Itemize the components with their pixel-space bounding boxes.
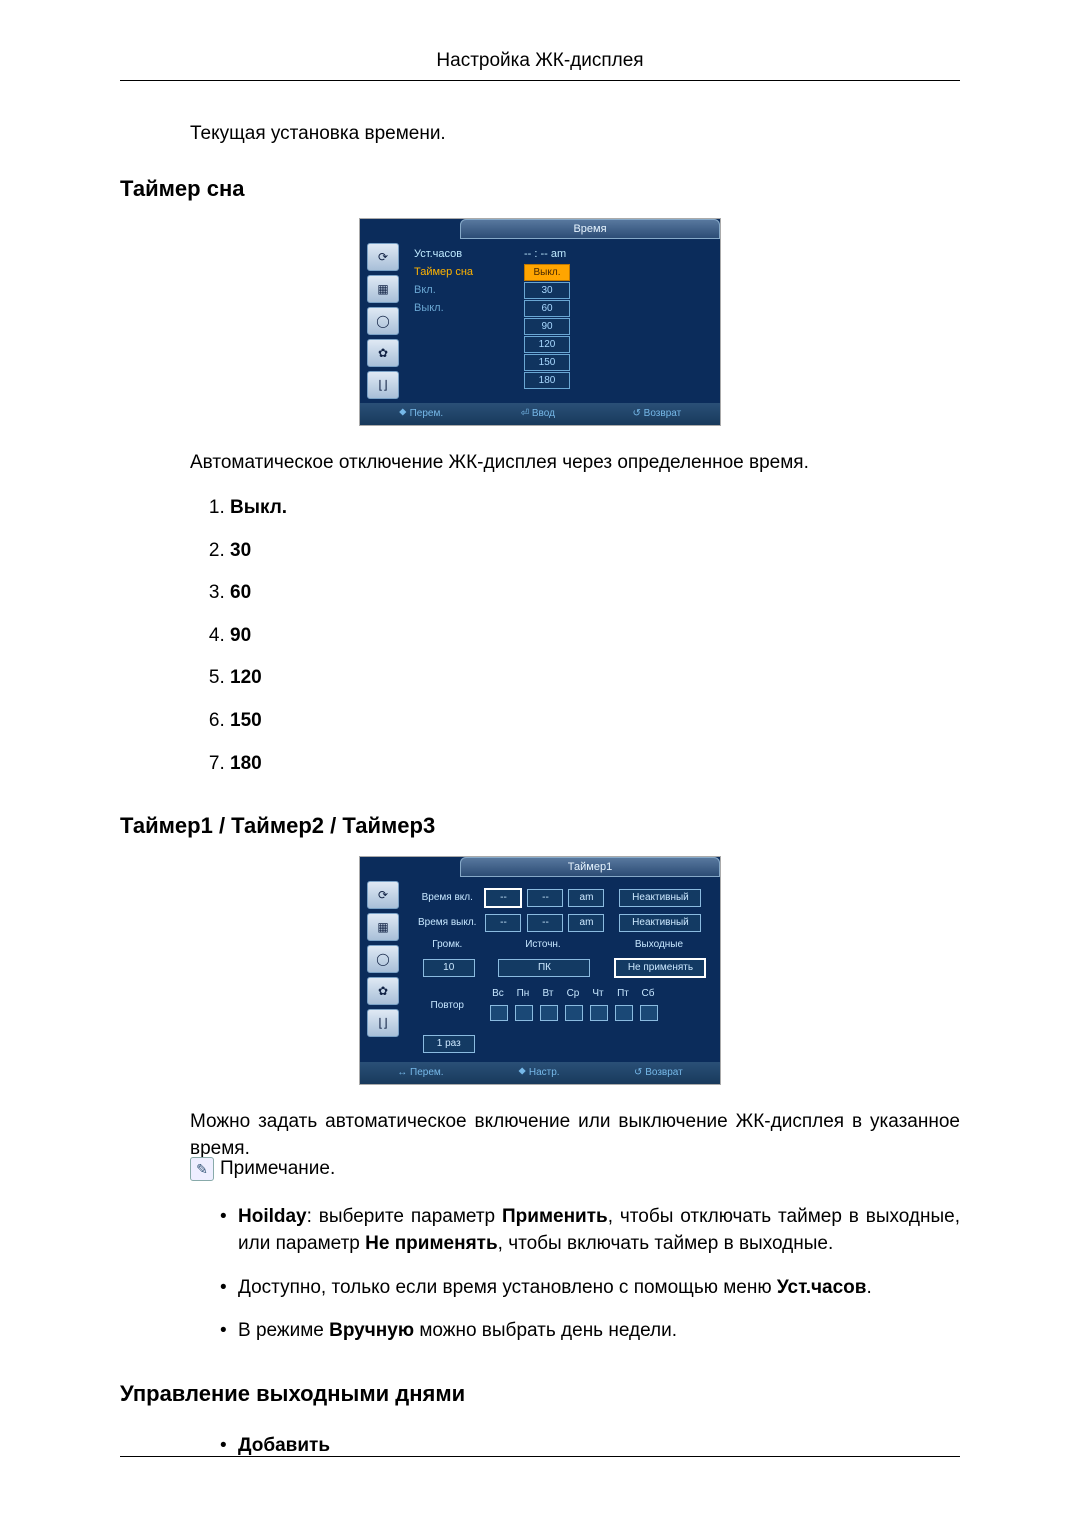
osd-tab-icon: ⟳ [367, 881, 399, 909]
osd-day-label: Вс [489, 986, 509, 1002]
osd-title: Таймер1 [460, 857, 720, 877]
osd-day-label: Пт [614, 986, 634, 1002]
osd-label: Источн. [483, 937, 605, 953]
osd-field: ПК [498, 959, 590, 977]
osd-option-selected: Выкл. [524, 264, 570, 281]
osd-footer-hint: ⯁ Настр. [518, 1066, 559, 1080]
osd-day-checkbox [640, 1005, 658, 1021]
osd-day-label: Пн [514, 986, 534, 1002]
note-icon: ✎ [190, 1157, 214, 1181]
osd-option: 30 [524, 282, 570, 299]
osd-day-checkbox [540, 1005, 558, 1021]
osd-option: 150 [524, 354, 570, 371]
osd-day-label: Чт [589, 986, 609, 1002]
heading-sleep-timer: Таймер сна [120, 174, 960, 205]
list-item: 60 [230, 572, 960, 615]
osd-tab-icon: ✿ [367, 339, 399, 367]
osd-tab-icon: ⌊⌋ [367, 371, 399, 399]
heading-timers: Таймер1 / Таймер2 / Таймер3 [120, 811, 960, 842]
osd-title: Время [460, 219, 720, 239]
list-item: Добавить [220, 1424, 960, 1468]
osd-tab-icon: ✿ [367, 977, 399, 1005]
list-item: В режиме Вручную можно выбрать день неде… [220, 1309, 960, 1353]
osd-menu-item-dim: Выкл. [414, 299, 524, 317]
note-label: Примечание. [220, 1156, 335, 1183]
osd-tab-icon: ▦ [367, 275, 399, 303]
sleep-options-list: Выкл. 30 60 90 120 150 180 [120, 487, 960, 785]
osd-day-label: Вт [539, 986, 559, 1002]
timers-description: Можно задать автоматическое включение ил… [190, 1109, 960, 1162]
osd-footer-hint: ⯁ Перем. [399, 407, 443, 421]
osd-field: 10 [423, 959, 475, 977]
osd-footer-hint: ↺ Возврат [633, 407, 682, 421]
osd-menu-item: Уст.часов [414, 245, 524, 263]
heading-holiday-mgmt: Управление выходными днями [120, 1379, 960, 1410]
osd-menu-item-dim: Вкл. [414, 281, 524, 299]
osd-day-label: Ср [564, 986, 584, 1002]
osd-field: -- [485, 914, 521, 932]
osd-day-checkbox [515, 1005, 533, 1021]
osd-tab-icon: ⟳ [367, 243, 399, 271]
osd-field: Неактивный [619, 889, 701, 907]
list-item: Hoilday: выберите параметр Применить, чт… [220, 1195, 960, 1266]
osd-option: 120 [524, 336, 570, 353]
list-item: 120 [230, 657, 960, 700]
osd-footer-hint: ↺ Возврат [634, 1066, 683, 1080]
osd-day-checkbox [490, 1005, 508, 1021]
osd-field: -- [527, 914, 563, 932]
osd-footer-hint: ⏎ Ввод [521, 407, 555, 421]
osd-field: -- [527, 889, 563, 907]
list-item: 150 [230, 700, 960, 743]
osd-field: am [568, 914, 604, 932]
osd-tab-icon: ⌊⌋ [367, 1009, 399, 1037]
osd-label: Время вкл. [417, 887, 480, 909]
osd-field-selected: -- [484, 888, 522, 908]
osd-tab-icon: ◯ [367, 945, 399, 973]
osd-tab-icon: ▦ [367, 913, 399, 941]
list-item: 180 [230, 743, 960, 786]
footer-rule [120, 1456, 960, 1457]
osd-field: am [568, 889, 604, 907]
list-item: Доступно, только если время установлено … [220, 1266, 960, 1310]
osd-tab-icon: ◯ [367, 307, 399, 335]
osd-option: 180 [524, 372, 570, 389]
list-item: Выкл. [230, 487, 960, 530]
osd-sleep-screenshot: Время ⟳ ▦ ◯ ✿ ⌊⌋ Уст.часов Таймер сна Вк… [359, 218, 721, 426]
osd-label: Выходные [613, 937, 707, 953]
osd-label: Повтор [417, 983, 480, 1030]
osd-label: Время выкл. [417, 913, 480, 933]
osd-day-checkbox [615, 1005, 633, 1021]
intro-text: Текущая установка времени. [190, 121, 960, 148]
osd-timer-screenshot: Таймер1 ⟳ ▦ ◯ ✿ ⌊⌋ Время вкл. -- -- [359, 856, 721, 1085]
osd-footer-hint: ↔ Перем. [397, 1066, 443, 1080]
list-item: 30 [230, 530, 960, 573]
osd-day-checkbox [565, 1005, 583, 1021]
osd-label: Громк. [417, 937, 480, 953]
osd-field: Неактивный [619, 914, 701, 932]
sleep-description: Автоматическое отключение ЖК-дисплея чер… [190, 450, 960, 477]
osd-option: 60 [524, 300, 570, 317]
osd-clock-value: -- : -- am [524, 245, 720, 263]
osd-day-checkbox [590, 1005, 608, 1021]
osd-option: 90 [524, 318, 570, 335]
osd-day-label: Сб [639, 986, 659, 1002]
osd-field-selected: Не применять [614, 958, 706, 978]
list-item: 90 [230, 615, 960, 658]
osd-menu-item-selected: Таймер сна [414, 263, 524, 281]
osd-field: 1 раз [423, 1035, 475, 1053]
page-header: Настройка ЖК-дисплея [120, 50, 960, 80]
header-rule [120, 80, 960, 81]
